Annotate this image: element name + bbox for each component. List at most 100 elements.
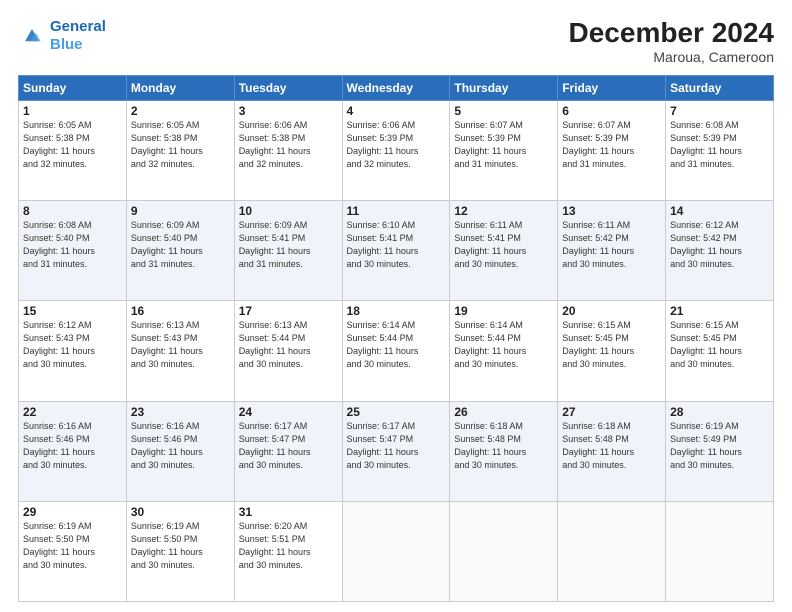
table-row: 28Sunrise: 6:19 AMSunset: 5:49 PMDayligh… (666, 401, 774, 501)
day-info: Sunrise: 6:10 AMSunset: 5:41 PMDaylight:… (347, 219, 446, 271)
day-info: Sunrise: 6:17 AMSunset: 5:47 PMDaylight:… (347, 420, 446, 472)
day-info: Sunrise: 6:08 AMSunset: 5:40 PMDaylight:… (23, 219, 122, 271)
table-row: 7Sunrise: 6:08 AMSunset: 5:39 PMDaylight… (666, 100, 774, 200)
calendar-week-row: 15Sunrise: 6:12 AMSunset: 5:43 PMDayligh… (19, 301, 774, 401)
table-row (450, 501, 558, 601)
table-row: 5Sunrise: 6:07 AMSunset: 5:39 PMDaylight… (450, 100, 558, 200)
day-number: 27 (562, 405, 661, 419)
table-row (558, 501, 666, 601)
table-row: 22Sunrise: 6:16 AMSunset: 5:46 PMDayligh… (19, 401, 127, 501)
table-row (342, 501, 450, 601)
day-info: Sunrise: 6:19 AMSunset: 5:50 PMDaylight:… (131, 520, 230, 572)
day-number: 26 (454, 405, 553, 419)
table-row: 8Sunrise: 6:08 AMSunset: 5:40 PMDaylight… (19, 201, 127, 301)
day-number: 20 (562, 304, 661, 318)
day-number: 28 (670, 405, 769, 419)
table-row: 1Sunrise: 6:05 AMSunset: 5:38 PMDaylight… (19, 100, 127, 200)
table-row: 2Sunrise: 6:05 AMSunset: 5:38 PMDaylight… (126, 100, 234, 200)
day-number: 8 (23, 204, 122, 218)
calendar-title: December 2024 (569, 18, 774, 49)
table-row: 27Sunrise: 6:18 AMSunset: 5:48 PMDayligh… (558, 401, 666, 501)
day-info: Sunrise: 6:05 AMSunset: 5:38 PMDaylight:… (23, 119, 122, 171)
day-info: Sunrise: 6:05 AMSunset: 5:38 PMDaylight:… (131, 119, 230, 171)
col-wednesday: Wednesday (342, 75, 450, 100)
calendar-table: Sunday Monday Tuesday Wednesday Thursday… (18, 75, 774, 602)
table-row: 13Sunrise: 6:11 AMSunset: 5:42 PMDayligh… (558, 201, 666, 301)
day-info: Sunrise: 6:07 AMSunset: 5:39 PMDaylight:… (562, 119, 661, 171)
day-number: 30 (131, 505, 230, 519)
table-row: 30Sunrise: 6:19 AMSunset: 5:50 PMDayligh… (126, 501, 234, 601)
table-row: 20Sunrise: 6:15 AMSunset: 5:45 PMDayligh… (558, 301, 666, 401)
page: General Blue December 2024 Maroua, Camer… (0, 0, 792, 612)
day-info: Sunrise: 6:13 AMSunset: 5:44 PMDaylight:… (239, 319, 338, 371)
day-number: 13 (562, 204, 661, 218)
table-row: 23Sunrise: 6:16 AMSunset: 5:46 PMDayligh… (126, 401, 234, 501)
col-thursday: Thursday (450, 75, 558, 100)
day-info: Sunrise: 6:07 AMSunset: 5:39 PMDaylight:… (454, 119, 553, 171)
day-info: Sunrise: 6:06 AMSunset: 5:39 PMDaylight:… (347, 119, 446, 171)
table-row: 10Sunrise: 6:09 AMSunset: 5:41 PMDayligh… (234, 201, 342, 301)
day-info: Sunrise: 6:13 AMSunset: 5:43 PMDaylight:… (131, 319, 230, 371)
col-monday: Monday (126, 75, 234, 100)
day-number: 18 (347, 304, 446, 318)
day-number: 2 (131, 104, 230, 118)
day-number: 7 (670, 104, 769, 118)
table-row: 18Sunrise: 6:14 AMSunset: 5:44 PMDayligh… (342, 301, 450, 401)
day-number: 16 (131, 304, 230, 318)
day-number: 9 (131, 204, 230, 218)
table-row: 25Sunrise: 6:17 AMSunset: 5:47 PMDayligh… (342, 401, 450, 501)
table-row: 16Sunrise: 6:13 AMSunset: 5:43 PMDayligh… (126, 301, 234, 401)
day-info: Sunrise: 6:15 AMSunset: 5:45 PMDaylight:… (562, 319, 661, 371)
table-row: 26Sunrise: 6:18 AMSunset: 5:48 PMDayligh… (450, 401, 558, 501)
title-block: December 2024 Maroua, Cameroon (569, 18, 774, 65)
day-info: Sunrise: 6:20 AMSunset: 5:51 PMDaylight:… (239, 520, 338, 572)
table-row: 19Sunrise: 6:14 AMSunset: 5:44 PMDayligh… (450, 301, 558, 401)
table-row: 21Sunrise: 6:15 AMSunset: 5:45 PMDayligh… (666, 301, 774, 401)
day-number: 31 (239, 505, 338, 519)
table-row: 4Sunrise: 6:06 AMSunset: 5:39 PMDaylight… (342, 100, 450, 200)
day-info: Sunrise: 6:09 AMSunset: 5:40 PMDaylight:… (131, 219, 230, 271)
table-row: 6Sunrise: 6:07 AMSunset: 5:39 PMDaylight… (558, 100, 666, 200)
day-info: Sunrise: 6:12 AMSunset: 5:43 PMDaylight:… (23, 319, 122, 371)
calendar-week-row: 8Sunrise: 6:08 AMSunset: 5:40 PMDaylight… (19, 201, 774, 301)
logo-text: General Blue (50, 18, 106, 54)
header: General Blue December 2024 Maroua, Camer… (18, 18, 774, 65)
day-info: Sunrise: 6:06 AMSunset: 5:38 PMDaylight:… (239, 119, 338, 171)
table-row: 14Sunrise: 6:12 AMSunset: 5:42 PMDayligh… (666, 201, 774, 301)
col-tuesday: Tuesday (234, 75, 342, 100)
day-number: 15 (23, 304, 122, 318)
table-row: 24Sunrise: 6:17 AMSunset: 5:47 PMDayligh… (234, 401, 342, 501)
day-info: Sunrise: 6:11 AMSunset: 5:42 PMDaylight:… (562, 219, 661, 271)
day-info: Sunrise: 6:11 AMSunset: 5:41 PMDaylight:… (454, 219, 553, 271)
table-row: 31Sunrise: 6:20 AMSunset: 5:51 PMDayligh… (234, 501, 342, 601)
day-info: Sunrise: 6:16 AMSunset: 5:46 PMDaylight:… (131, 420, 230, 472)
day-info: Sunrise: 6:17 AMSunset: 5:47 PMDaylight:… (239, 420, 338, 472)
day-number: 1 (23, 104, 122, 118)
calendar-subtitle: Maroua, Cameroon (569, 49, 774, 65)
logo: General Blue (18, 18, 106, 54)
table-row: 29Sunrise: 6:19 AMSunset: 5:50 PMDayligh… (19, 501, 127, 601)
table-row: 15Sunrise: 6:12 AMSunset: 5:43 PMDayligh… (19, 301, 127, 401)
col-sunday: Sunday (19, 75, 127, 100)
day-info: Sunrise: 6:18 AMSunset: 5:48 PMDaylight:… (562, 420, 661, 472)
day-info: Sunrise: 6:18 AMSunset: 5:48 PMDaylight:… (454, 420, 553, 472)
calendar-week-row: 29 Sunrise: 6:19 AMSunset: 5:50 PMDayligh… (19, 501, 774, 601)
day-info: Sunrise: 6:09 AMSunset: 5:41 PMDaylight:… (239, 219, 338, 271)
day-number: 3 (239, 104, 338, 118)
day-number: 4 (347, 104, 446, 118)
table-row: 3Sunrise: 6:06 AMSunset: 5:38 PMDaylight… (234, 100, 342, 200)
logo-icon (18, 22, 46, 50)
day-info: Sunrise: 6:16 AMSunset: 5:46 PMDaylight:… (23, 420, 122, 472)
col-saturday: Saturday (666, 75, 774, 100)
day-info: Sunrise: 6:14 AMSunset: 5:44 PMDaylight:… (347, 319, 446, 371)
day-number: 23 (131, 405, 230, 419)
day-number: 5 (454, 104, 553, 118)
calendar-week-row: 1Sunrise: 6:05 AMSunset: 5:38 PMDaylight… (19, 100, 774, 200)
table-row: 12Sunrise: 6:11 AMSunset: 5:41 PMDayligh… (450, 201, 558, 301)
logo-line1: General (50, 18, 106, 35)
day-number: 19 (454, 304, 553, 318)
day-number: 29 (23, 505, 122, 519)
day-number: 11 (347, 204, 446, 218)
logo-line2: Blue (50, 36, 83, 53)
table-row: 9Sunrise: 6:09 AMSunset: 5:40 PMDaylight… (126, 201, 234, 301)
